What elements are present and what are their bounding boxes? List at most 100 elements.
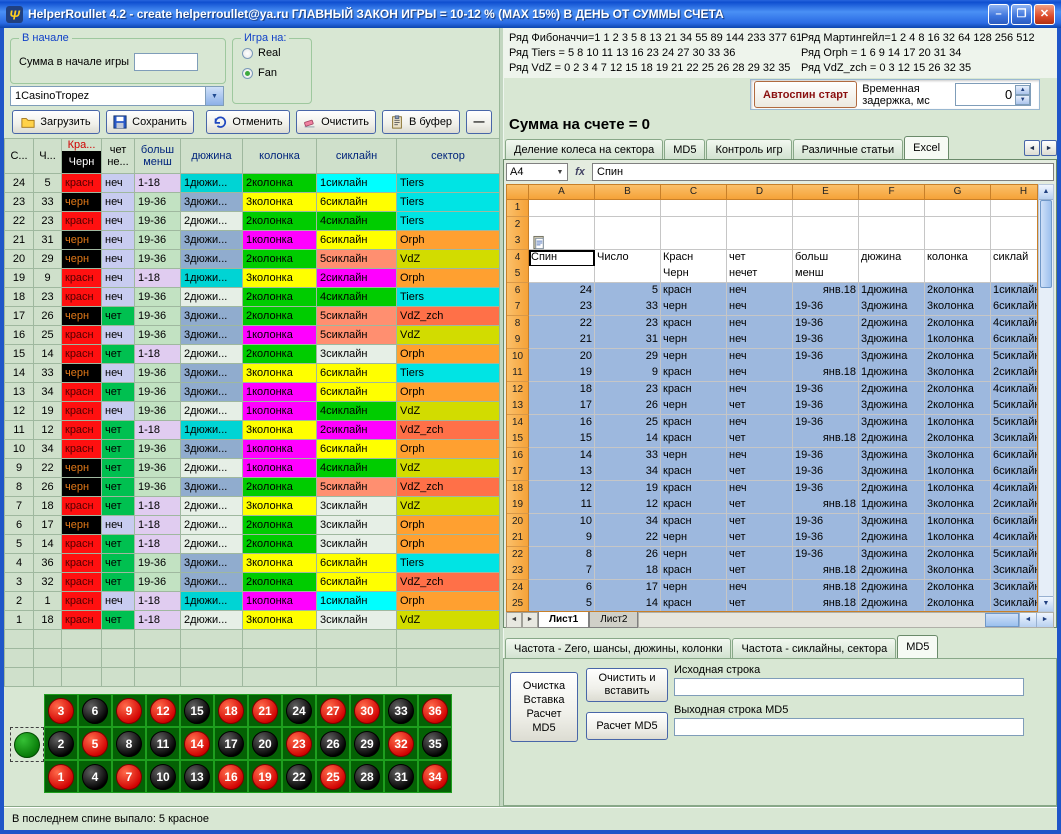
excel-cell-G7[interactable]: 3колонка xyxy=(925,299,991,316)
board-cell-10[interactable]: 10 xyxy=(146,760,180,793)
excel-cell-D4[interactable]: чет xyxy=(727,250,793,267)
excel-cell-C3[interactable] xyxy=(661,233,727,250)
excel-cell-G10[interactable]: 2колонка xyxy=(925,349,991,366)
excel-cell-E12[interactable]: 19-36 xyxy=(793,382,859,399)
history-row[interactable]: 2131черннеч19-363дюжи...1колонка6сиклайн… xyxy=(4,231,500,250)
excel-row-header-17[interactable]: 17 xyxy=(507,464,529,481)
excel-cell-H18[interactable]: 4сиклайн xyxy=(991,481,1038,498)
excel-cell-A2[interactable] xyxy=(529,217,595,234)
excel-cell-A21[interactable]: 9 xyxy=(529,530,595,547)
excel-cell-F10[interactable]: 3дюжина xyxy=(859,349,925,366)
md5-calc-button[interactable]: Расчет MD5 xyxy=(586,712,668,740)
excel-cell-C20[interactable]: красн xyxy=(661,514,727,531)
tab-scroll-right-button[interactable]: ► xyxy=(1041,140,1057,156)
excel-cell-C23[interactable]: красн xyxy=(661,563,727,580)
history-row[interactable]: 1514краснчет1-182дюжи...2колонка3сиклайн… xyxy=(4,345,500,364)
excel-row-header-19[interactable]: 19 xyxy=(507,497,529,514)
excel-cell-B3[interactable] xyxy=(595,233,661,250)
excel-cell-H9[interactable]: 6сиклайн xyxy=(991,332,1038,349)
excel-cell-E18[interactable]: 19-36 xyxy=(793,481,859,498)
excel-cell-G13[interactable]: 2колонка xyxy=(925,398,991,415)
excel-column-header-B[interactable]: B xyxy=(595,185,661,200)
vertical-scroll-thumb[interactable] xyxy=(1040,200,1052,288)
excel-cell-G9[interactable]: 1колонка xyxy=(925,332,991,349)
excel-cell-E25[interactable]: янв.18 xyxy=(793,596,859,612)
excel-cell-C10[interactable]: черн xyxy=(661,349,727,366)
board-cell-35[interactable]: 35 xyxy=(418,727,452,760)
excel-cell-D11[interactable]: неч xyxy=(727,365,793,382)
excel-cell-H22[interactable]: 5сиклайн xyxy=(991,547,1038,564)
excel-cell-A23[interactable]: 7 xyxy=(529,563,595,580)
excel-row-header-21[interactable]: 21 xyxy=(507,530,529,547)
excel-cell-D6[interactable]: неч xyxy=(727,283,793,300)
excel-cell-B24[interactable]: 17 xyxy=(595,580,661,597)
excel-horizontal-scrollbar[interactable]: ◄ ► xyxy=(638,612,1054,628)
tab-excel[interactable]: Excel xyxy=(904,136,949,159)
board-cell-32[interactable]: 32 xyxy=(384,727,418,760)
board-cell-29[interactable]: 29 xyxy=(350,727,384,760)
excel-row-header-9[interactable]: 9 xyxy=(507,332,529,349)
excel-row-header-24[interactable]: 24 xyxy=(507,580,529,597)
excel-cell-H19[interactable]: 2сиклайн xyxy=(991,497,1038,514)
excel-cell-G5[interactable] xyxy=(925,266,991,283)
excel-cell-G2[interactable] xyxy=(925,217,991,234)
board-cell-13[interactable]: 13 xyxy=(180,760,214,793)
excel-cell-A24[interactable]: 6 xyxy=(529,580,595,597)
excel-cell-C7[interactable]: черн xyxy=(661,299,727,316)
excel-cell-D2[interactable] xyxy=(727,217,793,234)
excel-row-header-16[interactable]: 16 xyxy=(507,448,529,465)
excel-cell-H13[interactable]: 5сиклайн xyxy=(991,398,1038,415)
board-cell-7[interactable]: 7 xyxy=(112,760,146,793)
excel-cell-D8[interactable]: неч xyxy=(727,316,793,333)
excel-cell-H3[interactable] xyxy=(991,233,1038,250)
excel-cell-C18[interactable]: красн xyxy=(661,481,727,498)
excel-cell-F4[interactable]: дюжина xyxy=(859,250,925,267)
excel-cell-C11[interactable]: красн xyxy=(661,365,727,382)
excel-cell-A15[interactable]: 15 xyxy=(529,431,595,448)
excel-cell-G20[interactable]: 1колонка xyxy=(925,514,991,531)
excel-cell-E16[interactable]: 19-36 xyxy=(793,448,859,465)
excel-cell-F25[interactable]: 2дюжина xyxy=(859,596,925,612)
excel-cell-C1[interactable] xyxy=(661,200,727,217)
board-cell-33[interactable]: 33 xyxy=(384,694,418,727)
history-row[interactable]: 2223красннеч19-362дюжи...2колонка4сиклай… xyxy=(4,212,500,231)
excel-cell-F9[interactable]: 3дюжина xyxy=(859,332,925,349)
excel-cell-B20[interactable]: 34 xyxy=(595,514,661,531)
excel-cell-G15[interactable]: 2колонка xyxy=(925,431,991,448)
excel-cell-H15[interactable]: 3сиклайн xyxy=(991,431,1038,448)
excel-cell-E21[interactable]: 19-36 xyxy=(793,530,859,547)
excel-cell-G1[interactable] xyxy=(925,200,991,217)
excel-cell-C14[interactable]: красн xyxy=(661,415,727,432)
scroll-up-icon[interactable]: ▲ xyxy=(1039,185,1053,200)
excel-cell-B17[interactable]: 34 xyxy=(595,464,661,481)
excel-cell-C5[interactable]: Черн xyxy=(661,266,727,283)
excel-cell-A9[interactable]: 21 xyxy=(529,332,595,349)
excel-row-header-1[interactable]: 1 xyxy=(507,200,529,217)
name-box-dropdown-icon[interactable]: ▼ xyxy=(553,169,567,176)
excel-cell-D23[interactable]: чет xyxy=(727,563,793,580)
excel-cell-B10[interactable]: 29 xyxy=(595,349,661,366)
board-cell-8[interactable]: 8 xyxy=(112,727,146,760)
board-cell-20[interactable]: 20 xyxy=(248,727,282,760)
autospin-start-button[interactable]: Автоспин старт xyxy=(754,81,857,108)
history-row[interactable]: 1334краснчет19-363дюжи...1колонка6сиклай… xyxy=(4,383,500,402)
excel-cell-F22[interactable]: 3дюжина xyxy=(859,547,925,564)
excel-cell-B15[interactable]: 14 xyxy=(595,431,661,448)
excel-cell-B22[interactable]: 26 xyxy=(595,547,661,564)
excel-cell-C19[interactable]: красн xyxy=(661,497,727,514)
excel-cell-H6[interactable]: 1сиклайн xyxy=(991,283,1038,300)
board-cell-2[interactable]: 2 xyxy=(44,727,78,760)
excel-cell-B6[interactable]: 5 xyxy=(595,283,661,300)
excel-row-header-5[interactable]: 5 xyxy=(507,266,529,283)
excel-cell-H21[interactable]: 4сиклайн xyxy=(991,530,1038,547)
history-row[interactable]: 1219красннеч19-362дюжи...1колонка4сиклай… xyxy=(4,402,500,421)
excel-formula-input[interactable]: Спин xyxy=(592,163,1054,181)
excel-cell-D5[interactable]: нечет xyxy=(727,266,793,283)
excel-cell-E20[interactable]: 19-36 xyxy=(793,514,859,531)
excel-cell-B13[interactable]: 26 xyxy=(595,398,661,415)
excel-cell-D22[interactable]: чет xyxy=(727,547,793,564)
excel-cell-E11[interactable]: янв.18 xyxy=(793,365,859,382)
excel-cell-G14[interactable]: 1колонка xyxy=(925,415,991,432)
excel-cell-E3[interactable] xyxy=(793,233,859,250)
output-string-input[interactable] xyxy=(674,718,1024,736)
